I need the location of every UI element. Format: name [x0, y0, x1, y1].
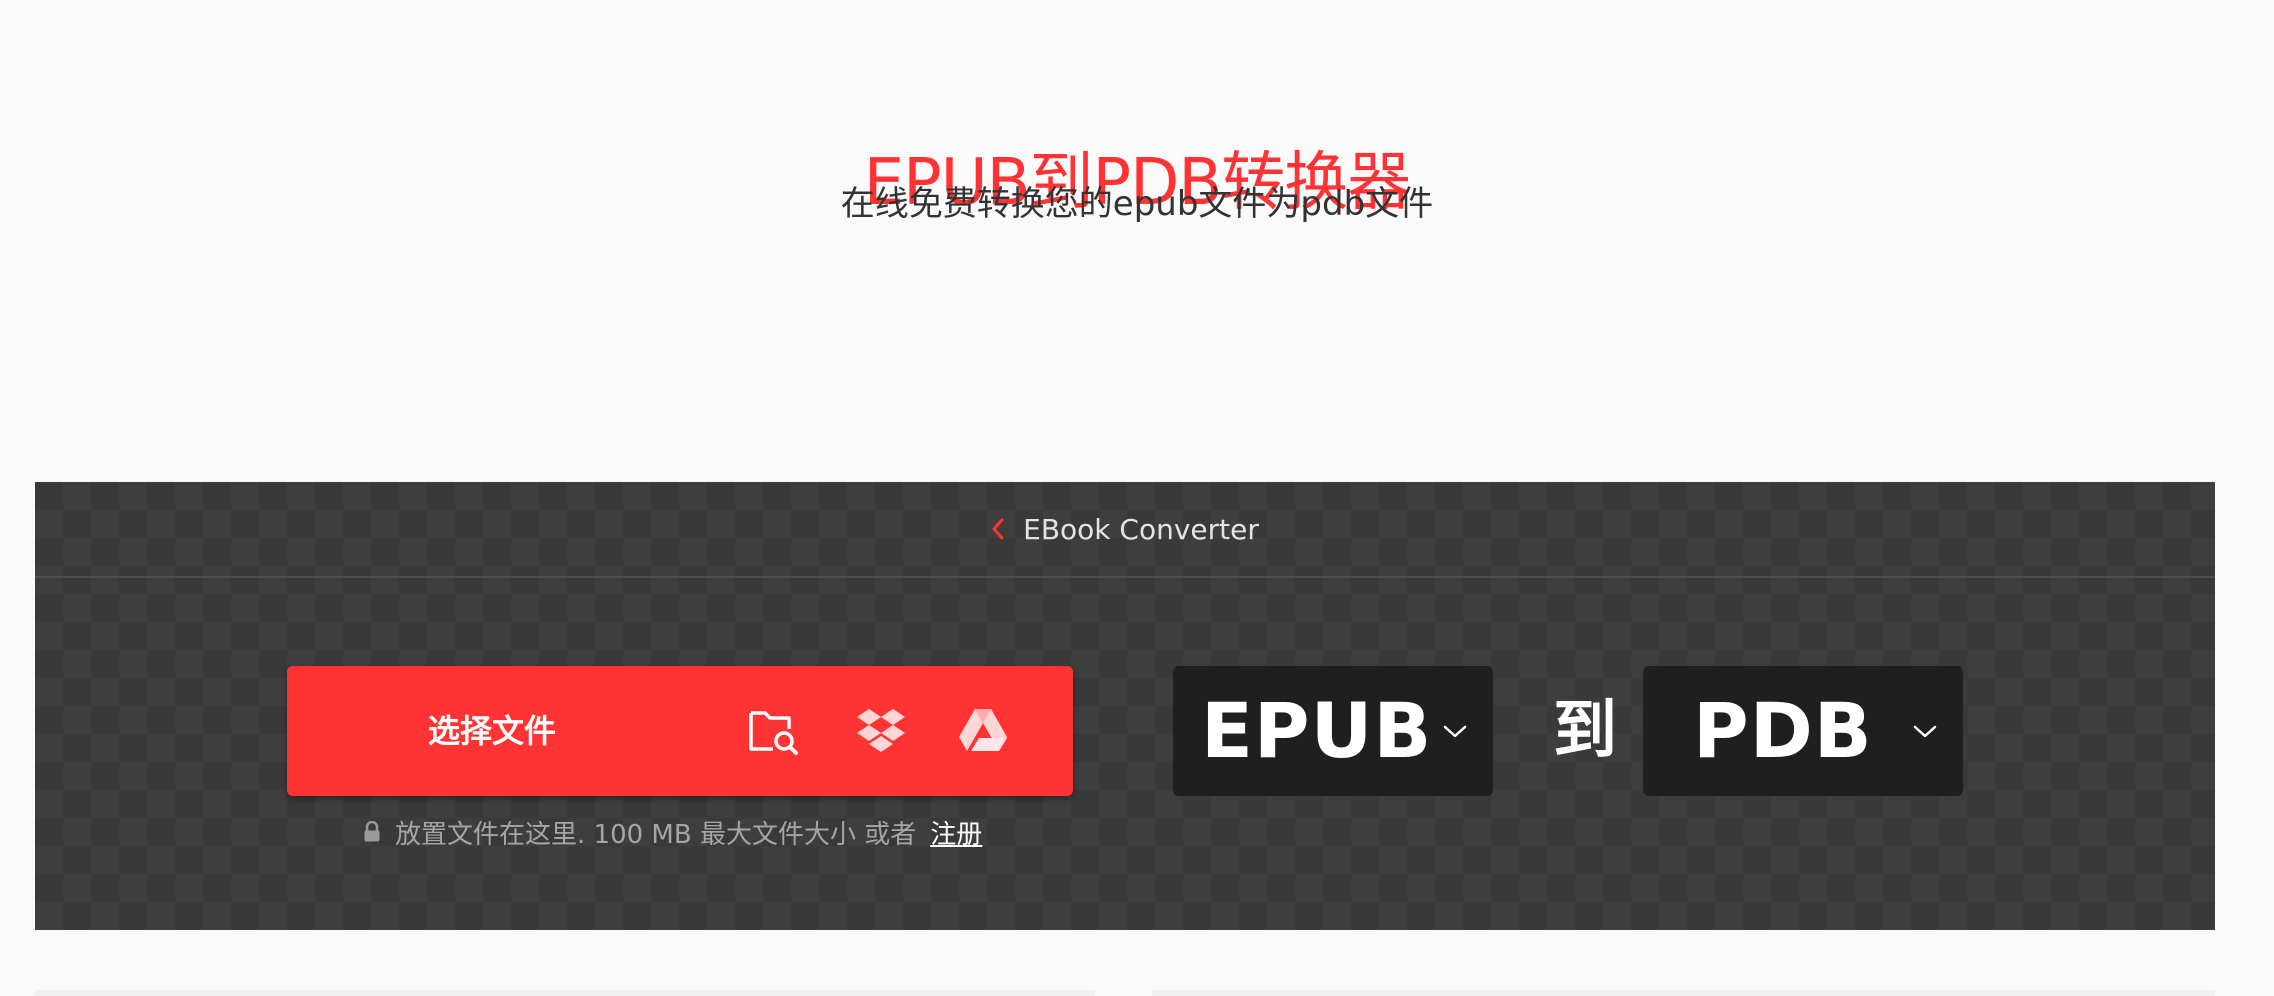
choose-file-label[interactable]: 选择文件	[287, 666, 697, 796]
breadcrumb-label: EBook Converter	[1023, 512, 1259, 546]
chevron-down-icon	[1913, 725, 1937, 738]
breadcrumb-ebook-converter[interactable]: EBook Converter	[991, 513, 1259, 546]
lock-icon	[364, 821, 380, 842]
page-subtitle: 在线免费转换您的epub文件为pdb文件	[840, 184, 1434, 224]
content-card-right	[1152, 990, 2215, 996]
converter-panel: EBook Converter 选择文件 放置文件在这里. 100 MB 最大文…	[35, 482, 2215, 930]
signup-link[interactable]: 注册	[930, 814, 982, 851]
choose-file-button[interactable]: 选择文件	[287, 666, 1073, 796]
content-card-left	[35, 990, 1095, 996]
folder-search-icon[interactable]	[747, 705, 799, 757]
to-label: 到	[1553, 694, 1617, 768]
chevron-down-icon	[1443, 725, 1467, 738]
to-format-select[interactable]: PDB	[1643, 666, 1963, 796]
upload-hint-text: 放置文件在这里. 100 MB 最大文件大小 或者	[395, 819, 917, 850]
upload-hint: 放置文件在这里. 100 MB 最大文件大小 或者 注册	[363, 812, 982, 852]
dropbox-icon[interactable]	[855, 705, 907, 757]
hero-section: EPUB到PDB转换器 在线免费转换您的epub文件为pdb文件	[0, 0, 2274, 482]
to-format-value: PDB	[1693, 686, 1873, 775]
breadcrumb-bar: EBook Converter	[35, 482, 2215, 578]
from-format-value: EPUB	[1201, 686, 1433, 775]
google-drive-icon[interactable]	[957, 705, 1009, 757]
from-format-select[interactable]: EPUB	[1173, 666, 1493, 796]
chevron-left-icon	[992, 518, 1004, 540]
